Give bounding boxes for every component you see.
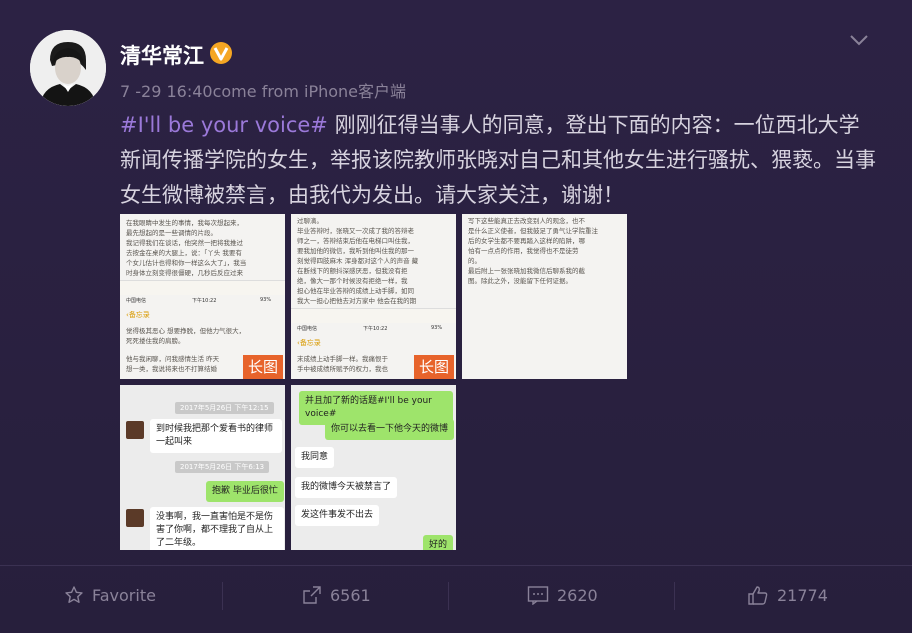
verified-badge-icon [210,42,232,64]
long-image-badge: 长图 [414,355,454,379]
image-text-line: 是什么正义使者，但我鼓足了勇气让学院重注 [468,227,598,235]
chat-avatar [126,509,144,527]
image-text-line: 毕业答辩时，张晓又一次成了我的答辩老 [297,227,414,235]
comment-icon [527,586,549,605]
star-icon [65,586,83,603]
weibo-post-card: 清华常江 7 -29 16:40come from iPhone客户端 #I'l… [0,0,912,633]
post-body: #I'll be your voice# 刚刚征得当事人的同意，登出下面的内容：… [120,108,880,213]
author-avatar[interactable] [30,30,106,106]
chat-message: 你可以去看一下他今天的微博 [325,419,455,440]
image-text-line: 个女儿估计也得和你一样这么大了」，我当 [126,259,247,267]
avatar-photo [30,30,106,106]
post-image-1[interactable]: 在我眼睛中发生的事情，我每次想起来， 最先想起的是一些调情的片段。 我记得我们在… [120,214,285,379]
image-text-line: 我大一担心把他去对方家中 他会在我的期 [297,297,417,305]
hashtag-link[interactable]: #I'll be your voice# [120,113,328,137]
phone-time: 下午10:22 [192,298,217,304]
image-text-line: 师之一，答辩结束后他在电梯口叫住我， [297,237,414,245]
chat-message: 发这件事发不出去 [295,505,380,526]
repost-count: 6561 [330,585,371,605]
image-text-line: 怕有一点点的作用，我觉得也不是徒劳 [468,247,579,255]
battery-text: 93% [260,297,272,303]
favorite-button[interactable]: Favorite [64,580,156,610]
post-image-3[interactable]: 写下这些能真正去改变别人的观念，也不 是什么正义使者，但我鼓足了勇气让学院重注 … [462,214,627,379]
post-image-2[interactable]: 过聊滴。 毕业答辩时，张晓又一次成了我的答辩老 师之一，答辩结束后他在电梯口叫住… [291,214,456,379]
notes-back-label: 备忘录 [128,311,150,319]
post-image-4[interactable]: 2017年5月26日 下午12:15 到时候我把那个爱看书的律师一起叫来 201… [120,385,285,550]
phone-status-bar: 中国电信 下午10:22 93% [120,296,285,306]
image-text-line: 要我加他的微信，我听到他叫住我的那一 [297,247,414,255]
image-text-line: 去按金在桌的大腿上，说：「丫头 我要有 [126,249,242,257]
repost-button[interactable]: 6561 [302,580,371,610]
phone-status-bar: 中国电信 下午10:22 93% [291,324,456,334]
action-separator [222,582,223,610]
carrier-text: 中国电信 [297,326,318,332]
image-text-line: 刻觉得四肢麻木 浑身都对这个人的声音 藏 [297,257,419,265]
image-text-line: 绝，像大一那个时候没有拒绝一样，我 [297,277,408,285]
phone-time: 下午10:22 [363,326,388,332]
image-text-line: 最后附上一张张晓加我微信后聊系我的截 [468,267,585,275]
phone-toolbar [291,308,456,323]
long-image-badge: 长图 [243,355,283,379]
favorite-label: Favorite [92,585,156,605]
chat-timestamp: 2017年5月26日 下午6:13 [175,461,270,473]
chat-message: 抱歉 毕业后很忙 [206,481,284,502]
image-text-line: 我记得我们在谈话，他突然一把将我推过 [126,239,243,247]
image-text-block: 在我眼睛中发生的事情，我每次想起来， 最先想起的是一些调情的片段。 我记得我们在… [126,218,282,278]
image-text-line: 的。 [468,257,481,265]
thumbs-up-icon [748,586,768,605]
image-text-line: 在我眼睛中发生的事情，我每次想起来， [126,219,243,227]
battery-text: 93% [431,325,443,331]
chat-avatar [126,421,144,439]
notes-back-label: 备忘录 [299,339,321,347]
action-bar-divider [0,565,912,566]
chat-message: 没事啊，我一直害怕是不是伤害了你啊，都不理我了自从上了二年级。 [150,507,284,550]
phone-toolbar [120,280,285,295]
image-text-line: 在断线下的颤抖深感厌恶，但我没有拒 [297,267,408,275]
image-text-block: 写下这些能真正去改变别人的观念，也不 是什么正义使者，但我鼓足了勇气让学院重注 … [468,216,624,286]
post-timestamp[interactable]: 7 -29 16:40 [120,82,213,101]
notes-back: ‹备忘录 [126,311,150,319]
repost-icon [303,586,321,604]
notes-back: ‹备忘录 [297,339,321,347]
image-text-block: 过聊滴。 毕业答辩时，张晓又一次成了我的答辩老 师之一，答辩结束后他在电梯口叫住… [297,216,453,306]
post-image-5[interactable]: 并且加了新的话题#I'll be your voice# 你可以去看一下他今天的… [291,385,456,550]
chat-timestamp: 2017年5月26日 下午12:15 [175,402,274,414]
comment-button[interactable]: 2620 [527,580,598,610]
post-source: come from iPhone客户端 [212,82,407,101]
image-text-line: 图。除此之外，没能留下任何证据。 [468,277,572,285]
chat-message: 我的微博今天被禁言了 [295,477,398,498]
post-meta: 7 -29 16:40come from iPhone客户端 [120,78,406,102]
action-separator [674,582,675,610]
image-text-line: 最先想起的是一些调情的片段。 [126,229,217,237]
image-text-line: 写下这些能真正去改变别人的观念，也不 [468,217,585,225]
like-button[interactable]: 21774 [747,580,828,610]
image-text-line: 担心他在毕业答辩的成绩上动手脚，如同 [297,287,414,295]
image-text-line: 后的女学生都不要再踏入这样的陷阱，哪 [468,237,585,245]
chevron-down-icon[interactable] [848,33,870,47]
image-text-line: 死死搂住我的肩膀。 [126,337,185,345]
carrier-text: 中国电信 [126,298,147,304]
chat-message: 我同意 [295,447,335,468]
comment-count: 2620 [557,585,598,605]
like-count: 21774 [777,585,828,605]
image-text-line: 过聊滴。 [297,217,323,225]
image-text-line: 时身体立刻变得很僵硬，几秒后反应过来 [126,269,243,277]
action-separator [448,582,449,610]
image-text-line: 觉得极其恶心 想要挣脱，但他力气很大， [126,327,246,335]
author-name[interactable]: 清华常江 [120,40,204,70]
chat-message: 好的 [423,535,454,550]
chat-message: 到时候我把那个爱看书的律师一起叫来 [150,419,282,453]
